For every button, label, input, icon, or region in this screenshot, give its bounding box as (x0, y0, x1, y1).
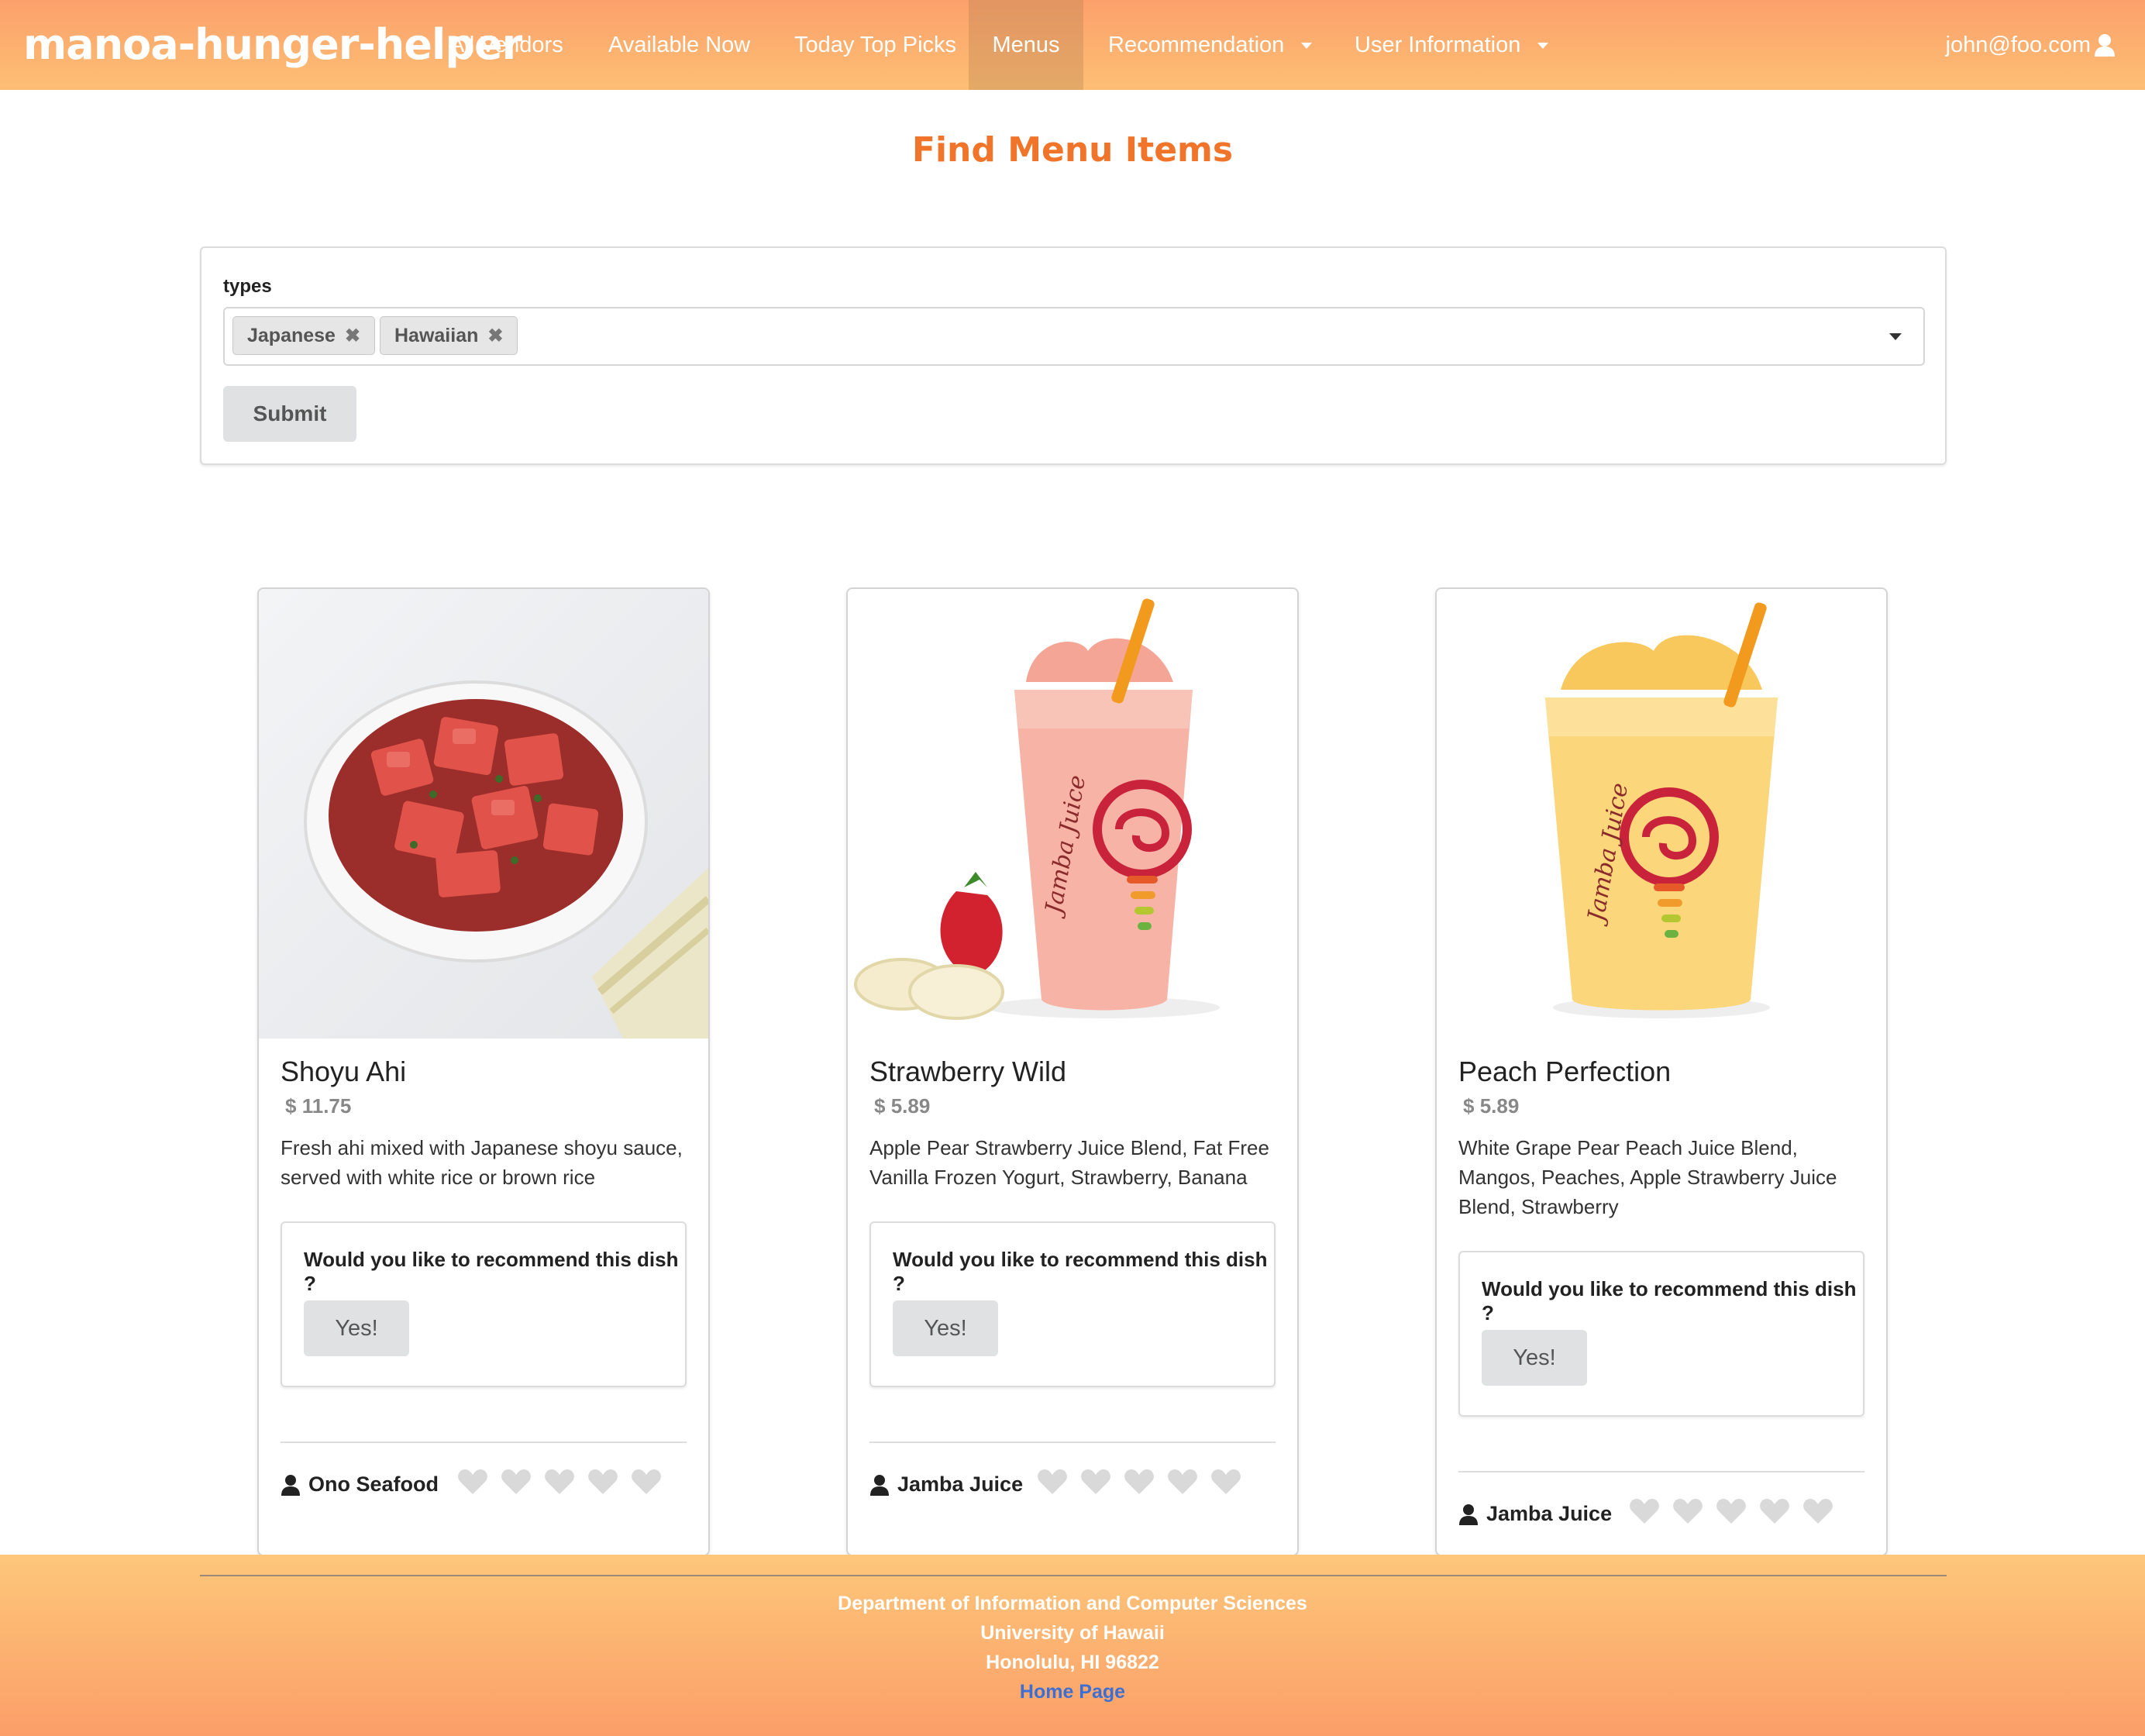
heart-icon[interactable] (1629, 1497, 1660, 1525)
recommend-box: Would you like to recommend this dish ? … (281, 1221, 687, 1387)
footer-divider (200, 1575, 1947, 1576)
heart-icon[interactable] (1672, 1497, 1703, 1525)
heart-icon[interactable] (1167, 1468, 1198, 1496)
nav-today-top-picks[interactable]: Today Top Picks (794, 0, 956, 90)
heart-icon[interactable] (1124, 1468, 1155, 1496)
dollar-icon: $ (1463, 1094, 1475, 1118)
card-divider (1458, 1471, 1864, 1472)
heart-icon[interactable] (1802, 1497, 1833, 1525)
footer-department: Department of Information and Computer S… (838, 1593, 1307, 1614)
dish-price: $ 11.75 (285, 1094, 352, 1118)
dish-description: Apple Pear Strawberry Juice Blend, Fat F… (869, 1136, 1269, 1189)
remove-icon[interactable]: ✖ (345, 326, 360, 346)
heart-icon[interactable] (631, 1468, 662, 1496)
recommend-yes-button[interactable]: Yes! (893, 1300, 998, 1356)
dish-price: $ 5.89 (1463, 1094, 1520, 1118)
heart-icon[interactable] (1080, 1468, 1111, 1496)
rating-hearts[interactable] (1629, 1497, 1846, 1525)
nav-recommendation[interactable]: Recommendation (1108, 0, 1313, 90)
recommend-box: Would you like to recommend this dish ? … (869, 1221, 1276, 1387)
home-page-link[interactable]: Home Page (0, 1677, 2145, 1707)
footer-university: University of Hawaii (980, 1622, 1165, 1644)
heart-icon[interactable] (587, 1468, 618, 1496)
rating-hearts[interactable] (457, 1468, 674, 1496)
recommend-yes-button[interactable]: Yes! (1482, 1330, 1587, 1386)
nav-all-vendors[interactable]: All Vendors (449, 0, 563, 90)
dropdown-caret-icon[interactable] (1889, 333, 1902, 340)
dish-name: Shoyu Ahi (281, 1056, 407, 1087)
filter-form: types Japanese ✖ Hawaiian ✖ Submit (200, 246, 1947, 465)
types-label: types (223, 276, 272, 297)
rating-hearts[interactable] (1037, 1468, 1254, 1496)
top-navbar: manoa-hunger-helper All Vendors Availabl… (0, 0, 2145, 90)
footer: Department of Information and Computer S… (0, 1555, 2145, 1736)
user-icon (1459, 1504, 1478, 1525)
heart-icon[interactable] (1037, 1468, 1068, 1496)
dollar-icon: $ (874, 1094, 886, 1118)
footer-city: Honolulu, HI 96822 (986, 1652, 1159, 1673)
recommend-question: Would you like to recommend this dish ? (304, 1248, 679, 1295)
remove-icon[interactable]: ✖ (487, 326, 503, 346)
chip-hawaiian[interactable]: Hawaiian ✖ (380, 316, 518, 355)
dish-image (259, 589, 708, 1038)
heart-icon[interactable] (457, 1468, 488, 1496)
recommend-box: Would you like to recommend this dish ? … (1458, 1251, 1864, 1417)
dish-name: Peach Perfection (1458, 1056, 1672, 1087)
vendor-label[interactable]: Jamba Juice (869, 1472, 1023, 1497)
dish-description: Fresh ahi mixed with Japanese shoyu sauc… (281, 1136, 683, 1189)
submit-button[interactable]: Submit (223, 386, 356, 442)
dish-price: $ 5.89 (874, 1094, 931, 1118)
recommend-question: Would you like to recommend this dish ? (1482, 1277, 1857, 1324)
dish-image: Jamba Juice (848, 589, 1297, 1038)
heart-icon[interactable] (1716, 1497, 1747, 1525)
page-title: Find Menu Items (911, 130, 1234, 170)
chip-japanese[interactable]: Japanese ✖ (232, 316, 376, 355)
recommend-yes-button[interactable]: Yes! (304, 1300, 409, 1356)
heart-icon[interactable] (501, 1468, 532, 1496)
vendor-label[interactable]: Jamba Juice (1458, 1502, 1612, 1526)
user-icon (2095, 34, 2115, 57)
user-menu[interactable]: john@foo.com (1946, 0, 2116, 90)
heart-icon[interactable] (1759, 1497, 1790, 1525)
heart-icon[interactable] (1210, 1468, 1241, 1496)
dish-image: Jamba Juice (1437, 589, 1886, 1038)
card-divider (281, 1442, 687, 1443)
types-multiselect[interactable]: Japanese ✖ Hawaiian ✖ (223, 307, 1925, 366)
dish-description: White Grape Pear Peach Juice Blend, Mang… (1458, 1136, 1837, 1218)
nav-menus[interactable]: Menus (969, 0, 1083, 90)
nav-user-information[interactable]: User Information (1355, 0, 1549, 90)
menu-card: Jamba Juice Peach Perfection $ 5.89 Whit… (1435, 587, 1888, 1556)
chevron-down-icon (1301, 43, 1313, 50)
footer-address: Department of Information and Computer S… (0, 1589, 2145, 1707)
heart-icon[interactable] (544, 1468, 575, 1496)
dish-name: Strawberry Wild (869, 1056, 1067, 1087)
vendor-label[interactable]: Ono Seafood (281, 1472, 439, 1497)
user-icon (870, 1474, 889, 1496)
user-email: john@foo.com (1945, 33, 2091, 57)
recommend-question: Would you like to recommend this dish ? (893, 1248, 1268, 1295)
chevron-down-icon (1537, 43, 1549, 50)
nav-available-now[interactable]: Available Now (608, 0, 750, 90)
user-icon (281, 1474, 300, 1496)
menu-card: Shoyu Ahi $ 11.75 Fresh ahi mixed with J… (257, 587, 710, 1556)
menu-card: Jamba Juice Strawberry Wild $ 5.89 Apple… (846, 587, 1299, 1556)
dollar-icon: $ (285, 1094, 297, 1118)
card-divider (869, 1442, 1276, 1443)
brand-logo[interactable]: manoa-hunger-helper (23, 11, 522, 79)
